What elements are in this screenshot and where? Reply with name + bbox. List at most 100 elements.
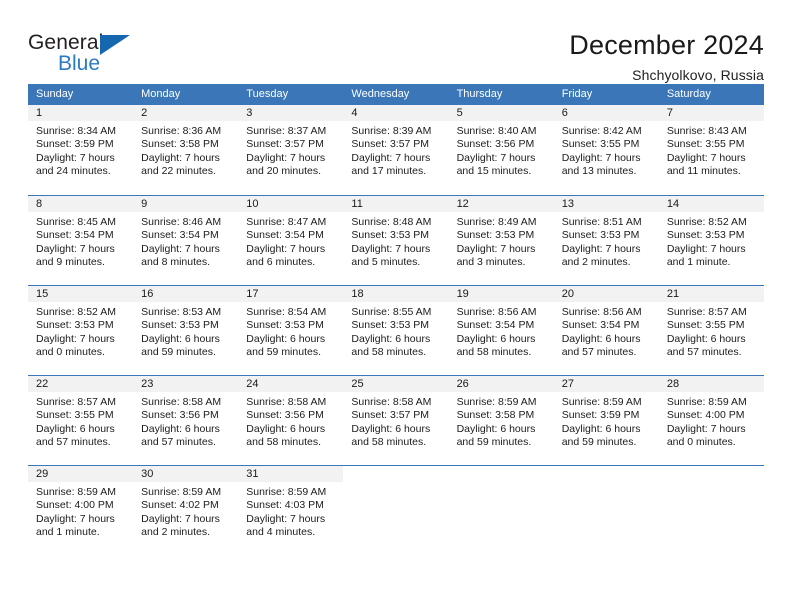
daylight-text-line1: Daylight: 7 hours [456, 242, 536, 255]
day-number: 30 [133, 466, 239, 482]
sunrise-text: Sunrise: 8:54 AM [246, 306, 327, 318]
sunrise-text: Sunrise: 8:57 AM [666, 306, 747, 318]
sunset-text: Sunset: 3:56 PM [456, 138, 535, 151]
day-cell[interactable]: 7 Sunrise: 8:43 AM Sunset: 3:55 PM Daylight… [658, 105, 764, 195]
day-details: Sunrise: 8:59 AM Sunset: 4:02 PM Daylight:… [133, 482, 238, 540]
day-cell[interactable]: 2 Sunrise: 8:36 AM Sunset: 3:58 PM Daylight… [133, 105, 239, 195]
daylight-text-line2: and 4 minutes. [246, 526, 316, 539]
day-details: Sunrise: 8:59 AM Sunset: 4:00 PM Daylight:… [28, 482, 133, 540]
daylight-text-line1: Daylight: 7 hours [246, 151, 326, 164]
day-cell[interactable]: 27 Sunrise: 8:59 AM Sunset: 3:59 PM Dayligh… [553, 376, 659, 465]
daylight-text-line1: Daylight: 7 hours [246, 242, 326, 255]
day-cell[interactable]: 6 Sunrise: 8:42 AM Sunset: 3:55 PM Daylight… [553, 105, 659, 195]
day-cell-empty [343, 466, 448, 555]
day-number: 15 [28, 286, 134, 302]
daylight-text-line2: and 24 minutes. [36, 165, 111, 178]
day-details: Sunrise: 8:34 AM Sunset: 3:59 PM Daylight:… [28, 121, 133, 179]
day-cell[interactable]: 25 Sunrise: 8:58 AM Sunset: 3:57 PM Dayligh… [343, 376, 449, 465]
daylight-text-line1: Daylight: 6 hours [246, 332, 326, 345]
day-number: 29 [28, 466, 134, 482]
day-cell[interactable]: 16 Sunrise: 8:53 AM Sunset: 3:53 PM Dayligh… [133, 286, 239, 375]
weekday-header-saturday: Saturday [666, 88, 711, 100]
day-number: 9 [133, 196, 239, 212]
sunset-text: Sunset: 3:57 PM [246, 138, 324, 151]
daylight-text-line2: and 0 minutes. [36, 346, 105, 359]
day-cell[interactable]: 12 Sunrise: 8:49 AM Sunset: 3:53 PM Dayligh… [448, 196, 554, 285]
day-details: Sunrise: 8:45 AM Sunset: 3:54 PM Daylight:… [28, 212, 133, 270]
day-cell-empty [659, 466, 764, 555]
day-cell[interactable]: 8 Sunrise: 8:45 AM Sunset: 3:54 PM Daylight… [28, 196, 134, 285]
sunset-text: Sunset: 3:53 PM [141, 319, 219, 332]
day-cell[interactable]: 20 Sunrise: 8:56 AM Sunset: 3:54 PM Dayligh… [553, 286, 659, 375]
daylight-text-line2: and 59 minutes. [456, 436, 532, 449]
daylight-text-line2: and 11 minutes. [666, 165, 741, 178]
daylight-text-line1: Daylight: 6 hours [456, 332, 536, 345]
day-number: 18 [343, 286, 449, 302]
day-cell[interactable]: 28 Sunrise: 8:59 AM Sunset: 4:00 PM Dayligh… [658, 376, 764, 465]
sunrise-text: Sunrise: 8:58 AM [141, 396, 222, 408]
day-cell[interactable]: 14 Sunrise: 8:52 AM Sunset: 3:53 PM Dayligh… [658, 196, 764, 285]
sunrise-text: Sunrise: 8:51 AM [561, 216, 642, 228]
sunset-text: Sunset: 3:53 PM [351, 229, 430, 242]
day-cell[interactable]: 24 Sunrise: 8:58 AM Sunset: 3:56 PM Dayligh… [238, 376, 344, 465]
day-number: 25 [343, 376, 449, 392]
day-cell[interactable]: 17 Sunrise: 8:54 AM Sunset: 3:53 PM Dayligh… [238, 286, 344, 375]
sunrise-text: Sunrise: 8:59 AM [141, 486, 222, 498]
daylight-text-line1: Daylight: 7 hours [666, 151, 746, 164]
sunset-text: Sunset: 3:55 PM [666, 138, 745, 151]
day-cell[interactable]: 9 Sunrise: 8:46 AM Sunset: 3:54 PM Daylight… [133, 196, 239, 285]
day-cell[interactable]: 31 Sunrise: 8:59 AM Sunset: 4:03 PM Dayligh… [238, 466, 344, 555]
sunset-text: Sunset: 3:58 PM [141, 138, 219, 151]
day-number: 8 [28, 196, 134, 212]
daylight-text-line2: and 59 minutes. [141, 346, 216, 359]
sunrise-text: Sunrise: 8:40 AM [456, 125, 537, 137]
day-cell[interactable]: 22 Sunrise: 8:57 AM Sunset: 3:55 PM Dayligh… [28, 376, 134, 465]
day-details: Sunrise: 8:36 AM Sunset: 3:58 PM Daylight:… [133, 121, 238, 179]
sunset-text: Sunset: 3:55 PM [561, 138, 640, 151]
day-cell[interactable]: 26 Sunrise: 8:59 AM Sunset: 3:58 PM Dayligh… [448, 376, 554, 465]
day-details: Sunrise: 8:58 AM Sunset: 3:56 PM Daylight:… [238, 392, 343, 450]
day-cell[interactable]: 30 Sunrise: 8:59 AM Sunset: 4:02 PM Dayligh… [133, 466, 239, 555]
day-cell[interactable]: 29 Sunrise: 8:59 AM Sunset: 4:00 PM Dayligh… [28, 466, 134, 555]
day-cell[interactable]: 23 Sunrise: 8:58 AM Sunset: 3:56 PM Dayligh… [133, 376, 239, 465]
day-details: Sunrise: 8:52 AM Sunset: 3:53 PM Daylight:… [28, 302, 133, 360]
day-cell[interactable]: 11 Sunrise: 8:48 AM Sunset: 3:53 PM Dayligh… [343, 196, 449, 285]
daylight-text-line1: Daylight: 6 hours [456, 422, 536, 435]
day-details: Sunrise: 8:57 AM Sunset: 3:55 PM Daylight:… [28, 392, 133, 450]
day-number: 31 [238, 466, 344, 482]
sunset-text: Sunset: 3:59 PM [36, 138, 114, 151]
day-cell[interactable]: 18 Sunrise: 8:55 AM Sunset: 3:53 PM Dayligh… [343, 286, 449, 375]
daylight-text-line2: and 2 minutes. [141, 526, 211, 539]
daylight-text-line2: and 58 minutes. [456, 346, 532, 359]
day-cell[interactable]: 21 Sunrise: 8:57 AM Sunset: 3:55 PM Dayligh… [658, 286, 764, 375]
sunset-text: Sunset: 4:00 PM [666, 409, 745, 422]
day-cell[interactable]: 13 Sunrise: 8:51 AM Sunset: 3:53 PM Dayligh… [553, 196, 659, 285]
day-cell[interactable]: 19 Sunrise: 8:56 AM Sunset: 3:54 PM Dayligh… [448, 286, 554, 375]
day-details [659, 482, 764, 486]
day-cell-empty [449, 466, 554, 555]
day-details: Sunrise: 8:57 AM Sunset: 3:55 PM Daylight:… [659, 302, 764, 360]
day-cell[interactable]: 3 Sunrise: 8:37 AM Sunset: 3:57 PM Daylight… [238, 105, 344, 195]
day-number: 7 [658, 105, 764, 121]
daylight-text-line1: Daylight: 7 hours [246, 512, 326, 525]
day-cell[interactable]: 10 Sunrise: 8:47 AM Sunset: 3:54 PM Dayligh… [238, 196, 344, 285]
page-title: December 2024 [569, 30, 764, 60]
day-number: 10 [238, 196, 344, 212]
day-cell[interactable]: 1 Sunrise: 8:34 AM Sunset: 3:59 PM Daylight… [28, 105, 134, 195]
daylight-text-line2: and 57 minutes. [141, 436, 216, 449]
daylight-text-line1: Daylight: 7 hours [561, 242, 641, 255]
daylight-text-line2: and 57 minutes. [666, 346, 742, 359]
day-details: Sunrise: 8:56 AM Sunset: 3:54 PM Daylight:… [554, 302, 659, 360]
sunset-text: Sunset: 3:54 PM [561, 319, 640, 332]
weekday-header-monday: Monday [141, 88, 181, 100]
day-cell[interactable]: 4 Sunrise: 8:39 AM Sunset: 3:57 PM Daylight… [343, 105, 449, 195]
weekday-header-wednesday: Wednesday [351, 88, 410, 100]
day-number: 28 [658, 376, 764, 392]
day-details: Sunrise: 8:49 AM Sunset: 3:53 PM Daylight:… [449, 212, 554, 270]
day-cell[interactable]: 15 Sunrise: 8:52 AM Sunset: 3:53 PM Dayligh… [28, 286, 134, 375]
day-details: Sunrise: 8:43 AM Sunset: 3:55 PM Daylight:… [659, 121, 764, 179]
general-blue-logo[interactable]: General Blue [28, 30, 143, 78]
day-cell[interactable]: 5 Sunrise: 8:40 AM Sunset: 3:56 PM Daylight… [448, 105, 554, 195]
day-number: 2 [133, 105, 239, 121]
daylight-text-line1: Daylight: 7 hours [141, 242, 220, 255]
